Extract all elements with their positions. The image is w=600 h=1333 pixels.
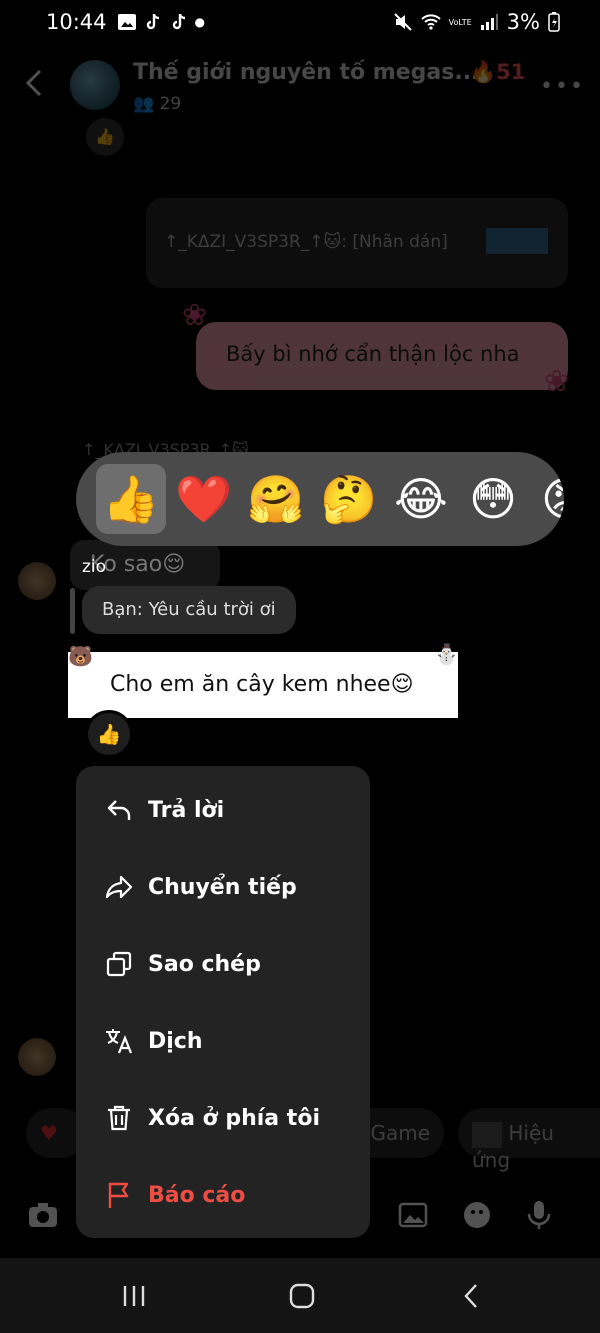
sticker-thumbnail [486,228,548,254]
battery-icon [548,12,560,32]
menu-item-label: Trả lời [148,797,225,823]
back-icon[interactable] [22,68,46,98]
dot-icon: ● [194,15,206,29]
menu-item-label: Xóa ở phía tôi [148,1105,320,1131]
home-icon[interactable] [288,1282,316,1310]
menu-item-delete-for-me[interactable]: Xóa ở phía tôi [76,1082,370,1154]
translate-icon [106,1029,133,1054]
camera-icon[interactable] [26,1198,60,1232]
sticker-icon[interactable] [460,1198,494,1232]
more-options-icon[interactable]: ••• [540,74,585,99]
member-count: 👥 29 [133,94,182,114]
system-navigation-bar [0,1258,600,1333]
message-reaction-badge[interactable]: 👍 [85,710,133,758]
heart-icon: ♥ [40,1121,58,1145]
user-avatar[interactable] [18,1038,56,1076]
menu-item-reply[interactable]: Trả lời [76,774,370,846]
reaction-bar: 👍 ❤️ 🤗 🤔 😂 😳 😡 [76,452,564,546]
battery-percent: 3% [506,10,540,34]
gallery-icon[interactable] [396,1198,430,1232]
reaction-thinking[interactable]: 🤔 [314,464,384,534]
system-icons: VoLTE 3% [393,10,560,34]
menu-item-label: Dịch [148,1028,203,1054]
reply-icon [107,800,131,820]
reaction-laughing[interactable]: 😂 [386,464,456,534]
group-avatar[interactable] [70,60,120,110]
like-reaction-badge: 👍 [86,118,124,156]
sticker-reply-text: ↑_KΔZI_V3SP3R_↑🐱: [Nhãn dán] [164,232,448,252]
reaction-thumbs-up[interactable]: 👍 [96,464,166,534]
game-pill-label: Game [370,1121,430,1145]
group-title[interactable]: Thế giới nguyên tố megas... [133,60,479,85]
menu-item-translate[interactable]: Dịch [76,1005,370,1077]
reply-indicator-line [70,588,75,634]
effects-pill[interactable]: Hiệu ứng [458,1108,600,1172]
menu-item-report[interactable]: Báo cáo [76,1159,370,1231]
mute-icon [393,13,412,31]
menu-item-label: Sao chép [148,951,261,977]
microphone-icon[interactable] [522,1198,556,1232]
signal-icon [480,14,498,30]
tiktok-icon [172,14,185,30]
user-avatar[interactable] [18,562,56,600]
tiktok-icon [146,14,159,30]
reaction-heart[interactable]: ❤️ [169,464,239,534]
menu-item-label: Báo cáo [148,1182,246,1208]
recent-apps-icon[interactable] [120,1282,148,1310]
streak-count: 🔥51 [470,60,526,84]
gallery-icon [117,14,136,30]
sender-name: zio [82,557,107,577]
menu-item-copy[interactable]: Sao chép [76,928,370,1000]
effects-thumb-icon [472,1121,502,1148]
flower-decoration-icon: ❀ [544,364,570,399]
selected-message-bubble[interactable]: Cho em ăn cây kem nhee😌 [68,652,458,718]
bubble-decoration-icon: 🐻 [68,644,93,668]
back-nav-icon[interactable] [458,1282,486,1310]
pink-message-text: Bấy bì nhớ cẩn thận lộc nha [226,342,520,366]
message-context-menu: Trả lời Chuyển tiếp Sao chép Dịch Xóa ở … [76,766,370,1238]
notification-icons: ● [117,12,205,32]
reaction-hug[interactable]: 🤗 [241,464,311,534]
reaction-angry[interactable]: 😡 [530,464,564,534]
forward-icon [105,875,133,899]
menu-item-forward[interactable]: Chuyển tiếp [76,851,370,923]
pink-message-bubble[interactable]: Bấy bì nhớ cẩn thận lộc nha [196,322,568,390]
copy-icon [106,951,132,977]
menu-item-label: Chuyển tiếp [148,874,297,900]
reply-preview[interactable]: Bạn: Yêu cầu trời ơi [82,586,296,634]
status-time: 10:44 [46,10,107,34]
wifi-icon [420,14,441,30]
reaction-flushed[interactable]: 😳 [458,464,528,534]
trash-icon [108,1105,130,1131]
status-bar: 10:44 ● VoLTE 3% [0,0,600,44]
chat-header: Thế giới nguyên tố megas... 🔥51 👥 29 ••• [0,52,600,122]
bubble-decoration-icon: ⛄ [434,642,459,666]
volte-label: VoLTE [448,17,472,27]
flag-icon [108,1182,129,1208]
